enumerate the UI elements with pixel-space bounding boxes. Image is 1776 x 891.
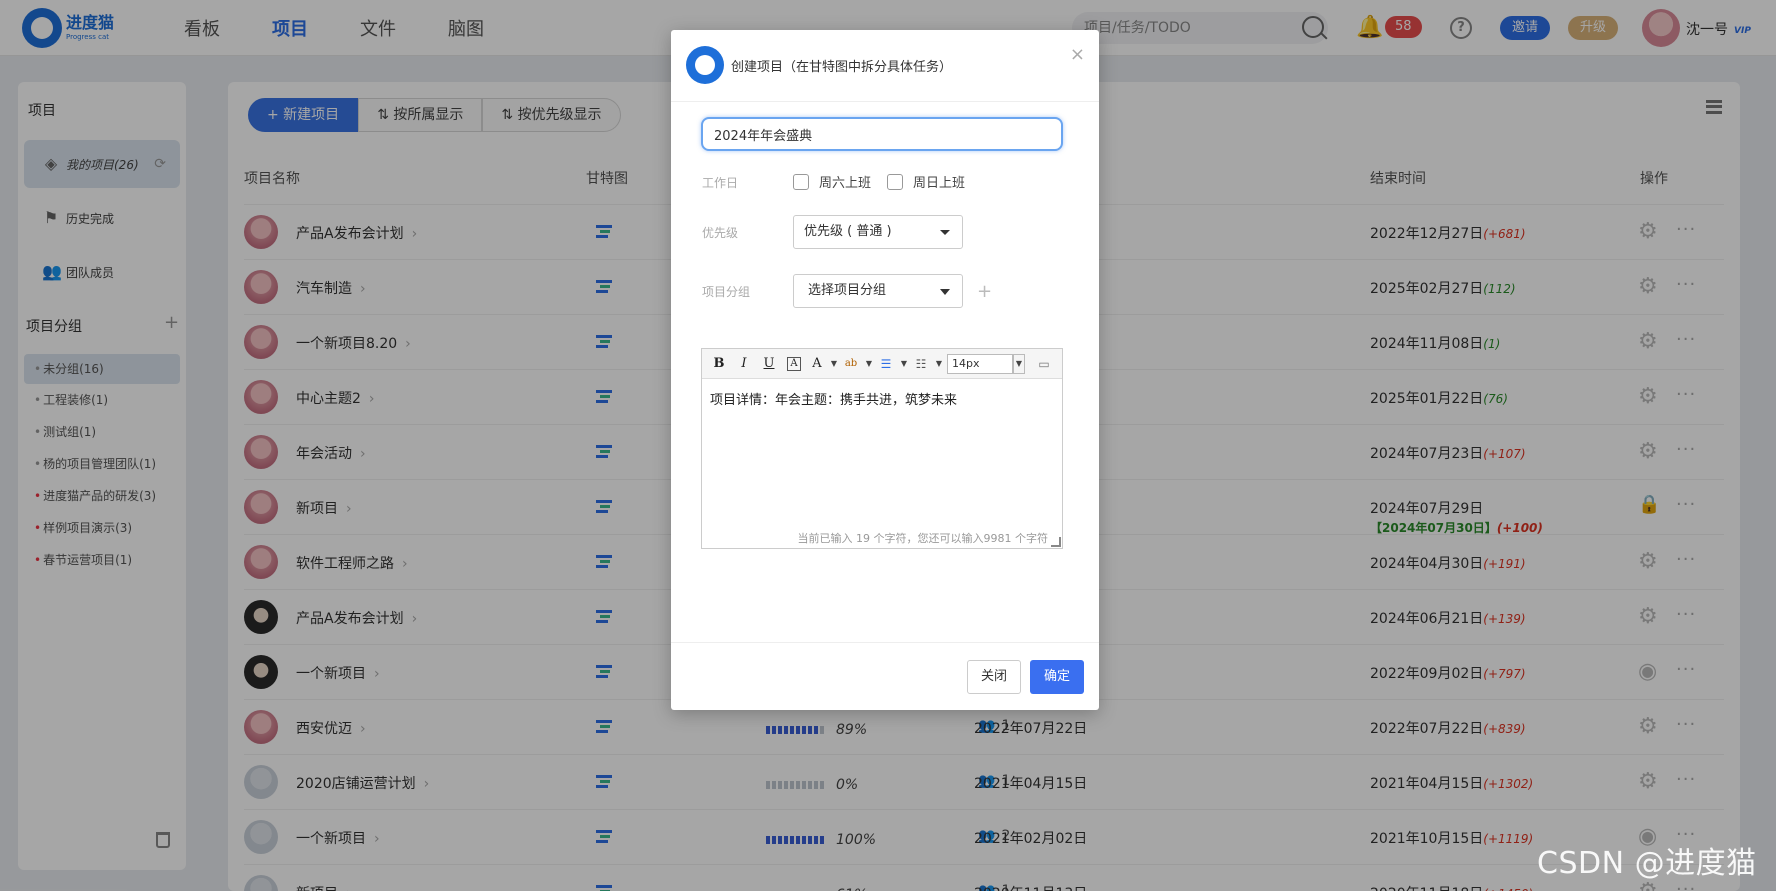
text-style-icon[interactable]: A <box>787 356 801 371</box>
project-name-input[interactable] <box>701 117 1063 151</box>
caret-down-icon[interactable]: ▼ <box>933 353 945 375</box>
logo-icon <box>686 46 724 84</box>
group-label: 项目分组 <box>702 285 751 299</box>
dialog-footer-divider <box>671 642 1099 643</box>
priority-label: 优先级 <box>702 226 739 240</box>
unordered-list-icon[interactable]: ☷ <box>912 353 930 375</box>
source-icon[interactable]: ▭ <box>1033 353 1055 375</box>
close-button[interactable]: 关闭 <box>967 660 1021 694</box>
bold-icon[interactable]: B <box>708 353 730 375</box>
editor-toolbar: B I U A A ▼ ab ▼ ☰ ▼ ☷ ▼ 14px ▼ ▭ <box>702 349 1062 379</box>
caret-down-icon[interactable]: ▼ <box>863 353 875 375</box>
resize-handle-icon[interactable] <box>1051 537 1061 547</box>
italic-icon[interactable]: I <box>733 353 755 375</box>
group-select[interactable]: 选择项目分组 <box>793 274 963 308</box>
checkbox-icon[interactable] <box>887 173 903 190</box>
font-color-icon[interactable]: A <box>809 353 825 375</box>
confirm-button[interactable]: 确定 <box>1030 660 1084 694</box>
sunday-checkbox[interactable]: 周日上班 <box>887 172 965 191</box>
saturday-checkbox[interactable]: 周六上班 <box>793 172 871 191</box>
add-group-icon[interactable]: + <box>977 281 992 302</box>
create-project-dialog: 创建项目（在甘特图中拆分具体任务） × 工作日 周六上班 周日上班 优先级 优先… <box>671 30 1099 710</box>
priority-select[interactable]: 优先级 ( 普通 ) <box>793 215 963 249</box>
underline-icon[interactable]: U <box>758 353 780 375</box>
caret-down-icon[interactable]: ▼ <box>898 353 910 375</box>
dialog-title: 创建项目（在甘特图中拆分具体任务） <box>731 60 953 75</box>
caret-down-icon <box>940 230 950 235</box>
chevron-down-icon <box>940 289 950 295</box>
dialog-header: 创建项目（在甘特图中拆分具体任务） × <box>671 30 1099 102</box>
close-icon[interactable]: × <box>1070 44 1085 65</box>
highlight-icon[interactable]: ab <box>842 353 860 375</box>
caret-down-icon[interactable]: ▼ <box>1013 353 1025 374</box>
checkbox-icon[interactable] <box>793 173 809 190</box>
editor-content[interactable]: 项目详情：年会主题：携手共进，筑梦未来 <box>710 389 957 408</box>
char-counter: 当前已输入 19 个字符，您还可以输入9981 个字符 <box>797 532 1048 545</box>
rich-text-editor: B I U A A ▼ ab ▼ ☰ ▼ ☷ ▼ 14px ▼ ▭ 项目详情：年… <box>701 348 1063 549</box>
ordered-list-icon[interactable]: ☰ <box>877 353 895 375</box>
font-size-input[interactable]: 14px <box>947 353 1013 374</box>
caret-down-icon[interactable]: ▼ <box>828 353 840 375</box>
workday-label: 工作日 <box>702 176 739 190</box>
watermark: CSDN @进度猫 <box>1537 846 1757 881</box>
